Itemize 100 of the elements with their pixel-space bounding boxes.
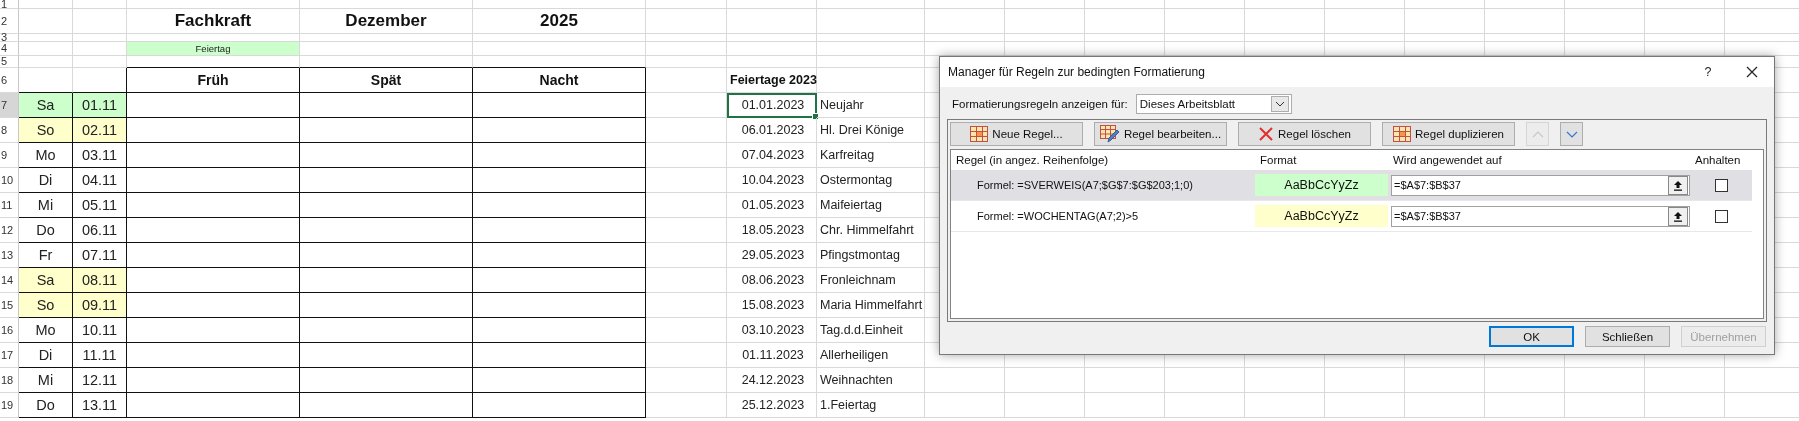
holiday-name-cell: Maifeiertag <box>817 193 925 218</box>
date-cell: 02.11 <box>73 118 127 143</box>
weekday-cell: So <box>19 293 73 318</box>
holiday-name-cell: Hl. Drei Könige <box>817 118 925 143</box>
row-header: 4 <box>0 42 19 56</box>
holiday-name-cell: 1.Feiertag <box>817 393 925 418</box>
holiday-name-cell: Fronleichnam <box>817 268 925 293</box>
close-icon <box>1746 66 1758 78</box>
row-header: 12 <box>0 218 19 243</box>
rule-row[interactable]: Formel: =SVERWEIS(A7;$G$7:$G$203;1;0) AaBbCcYyZz =$A$7:$B$37 <box>951 170 1752 201</box>
holiday-date-cell: 24.12.2023 <box>727 368 817 393</box>
weekday-cell: Mi <box>19 368 73 393</box>
weekday-cell: Mo <box>19 143 73 168</box>
column-header: Nacht <box>473 68 646 93</box>
rule-row[interactable]: Formel: =WOCHENTAG(A7;2)>5 AaBbCcYyZz =$A$7:$B$37 <box>951 201 1752 232</box>
chevron-down-icon <box>1274 101 1285 107</box>
column-header: Spät <box>300 68 473 93</box>
holiday-date-cell: 10.04.2023 <box>727 168 817 193</box>
row-header: 15 <box>0 293 19 318</box>
row-header: 11 <box>0 193 19 218</box>
row-header: 16 <box>0 318 19 343</box>
holiday-name-cell: Neujahr <box>817 93 925 118</box>
heading-cell: Dezember <box>300 9 473 34</box>
arrow-up-icon <box>1673 179 1683 191</box>
table-cell <box>19 56 73 68</box>
weekday-cell: Sa <box>19 93 73 118</box>
holiday-name-cell: Karfreitag <box>817 143 925 168</box>
holiday-date-cell: 29.05.2023 <box>727 243 817 268</box>
holiday-date-cell: 15.08.2023 <box>727 293 817 318</box>
weekday-cell: Do <box>19 218 73 243</box>
table-cell <box>19 9 73 34</box>
range-field[interactable]: =$A$7:$B$37 <box>1391 205 1690 227</box>
holiday-date-cell: 25.12.2023 <box>727 393 817 418</box>
checkbox[interactable] <box>1714 178 1728 192</box>
holiday-date-cell: 01.11.2023 <box>727 343 817 368</box>
toolbar-button[interactable]: Neue Regel... <box>950 122 1083 146</box>
holiday-date-cell: 01.01.2023 <box>727 93 817 118</box>
holiday-date-cell: 03.10.2023 <box>727 318 817 343</box>
dialog-button[interactable]: Schließen <box>1585 326 1670 347</box>
row-header: 10 <box>0 168 19 193</box>
row-header: 18 <box>0 368 19 393</box>
weekday-cell: Mi <box>19 193 73 218</box>
date-cell: 13.11 <box>73 393 127 418</box>
toolbar-button[interactable]: Regel löschen <box>1238 122 1371 146</box>
date-cell: 05.11 <box>73 193 127 218</box>
holiday-name-cell: Pfingstmontag <box>817 243 925 268</box>
holiday-name-cell: Allerheiligen <box>817 343 925 368</box>
dialog-button[interactable]: OK <box>1489 326 1574 347</box>
row-header: 14 <box>0 268 19 293</box>
row-header: 17 <box>0 343 19 368</box>
row-header: 7 <box>0 93 19 118</box>
row-header: 13 <box>0 243 19 268</box>
row-header: 6 <box>0 68 19 93</box>
scope-label: Formatierungsregeln anzeigen für: <box>952 98 1128 110</box>
date-cell: 11.11 <box>73 343 127 368</box>
table-cell <box>19 42 73 56</box>
weekday-cell: Mo <box>19 318 73 343</box>
date-cell: 06.11 <box>73 218 127 243</box>
chevron-up-icon <box>1531 130 1544 138</box>
move-down-button[interactable] <box>1560 122 1583 146</box>
holiday-date-cell: 08.06.2023 <box>727 268 817 293</box>
holiday-date-cell: 06.01.2023 <box>727 118 817 143</box>
holiday-date-cell: 01.05.2023 <box>727 193 817 218</box>
table-cell <box>73 9 127 34</box>
legend-cell: Feiertag <box>127 42 300 56</box>
table-icon <box>970 126 989 142</box>
table-icon <box>1393 126 1412 142</box>
checkbox[interactable] <box>1714 209 1728 223</box>
format-preview: AaBbCcYyZz <box>1255 174 1388 196</box>
range-field[interactable]: =$A$7:$B$37 <box>1391 174 1690 196</box>
column-header: Anhalten <box>1694 154 1742 166</box>
toolbar-button[interactable]: Regel duplizieren <box>1382 122 1515 146</box>
arrow-up-icon <box>1673 210 1683 222</box>
heading-cell: 2025 <box>473 9 646 34</box>
toolbar-button[interactable]: Regel bearbeiten... <box>1094 122 1227 146</box>
help-button[interactable]: ? <box>1686 57 1730 87</box>
table-pencil-icon <box>1099 125 1120 143</box>
date-cell: 09.11 <box>73 293 127 318</box>
column-header: Wird angewendet auf <box>1392 154 1503 166</box>
scope-dropdown[interactable]: Dieses Arbeitsblatt <box>1135 94 1292 114</box>
row-header: 19 <box>0 393 19 418</box>
row-header: 2 <box>0 9 19 34</box>
holiday-list-title: Feiertage 2023 <box>727 68 817 93</box>
dialog-title: Manager für Regeln zur bedingten Formatierung <box>948 65 1206 79</box>
row-header: 5 <box>0 56 19 68</box>
holiday-name-cell: Maria Himmelfahrt <box>817 293 925 318</box>
weekday-cell: Do <box>19 393 73 418</box>
chevron-down-icon <box>1565 130 1578 138</box>
column-header: Format <box>1259 154 1298 166</box>
column-header: Früh <box>127 68 300 93</box>
holiday-date-cell: 07.04.2023 <box>727 143 817 168</box>
date-cell: 04.11 <box>73 168 127 193</box>
holiday-date-cell: 18.05.2023 <box>727 218 817 243</box>
holiday-name-cell: Tag.d.d.Einheit <box>817 318 925 343</box>
weekday-cell: Di <box>19 168 73 193</box>
date-cell: 10.11 <box>73 318 127 343</box>
format-preview: AaBbCcYyZz <box>1255 205 1388 227</box>
table-cell <box>73 0 127 9</box>
heading-cell: Fachkraft <box>127 9 300 34</box>
holiday-name-cell: Chr. Himmelfahrt <box>817 218 925 243</box>
